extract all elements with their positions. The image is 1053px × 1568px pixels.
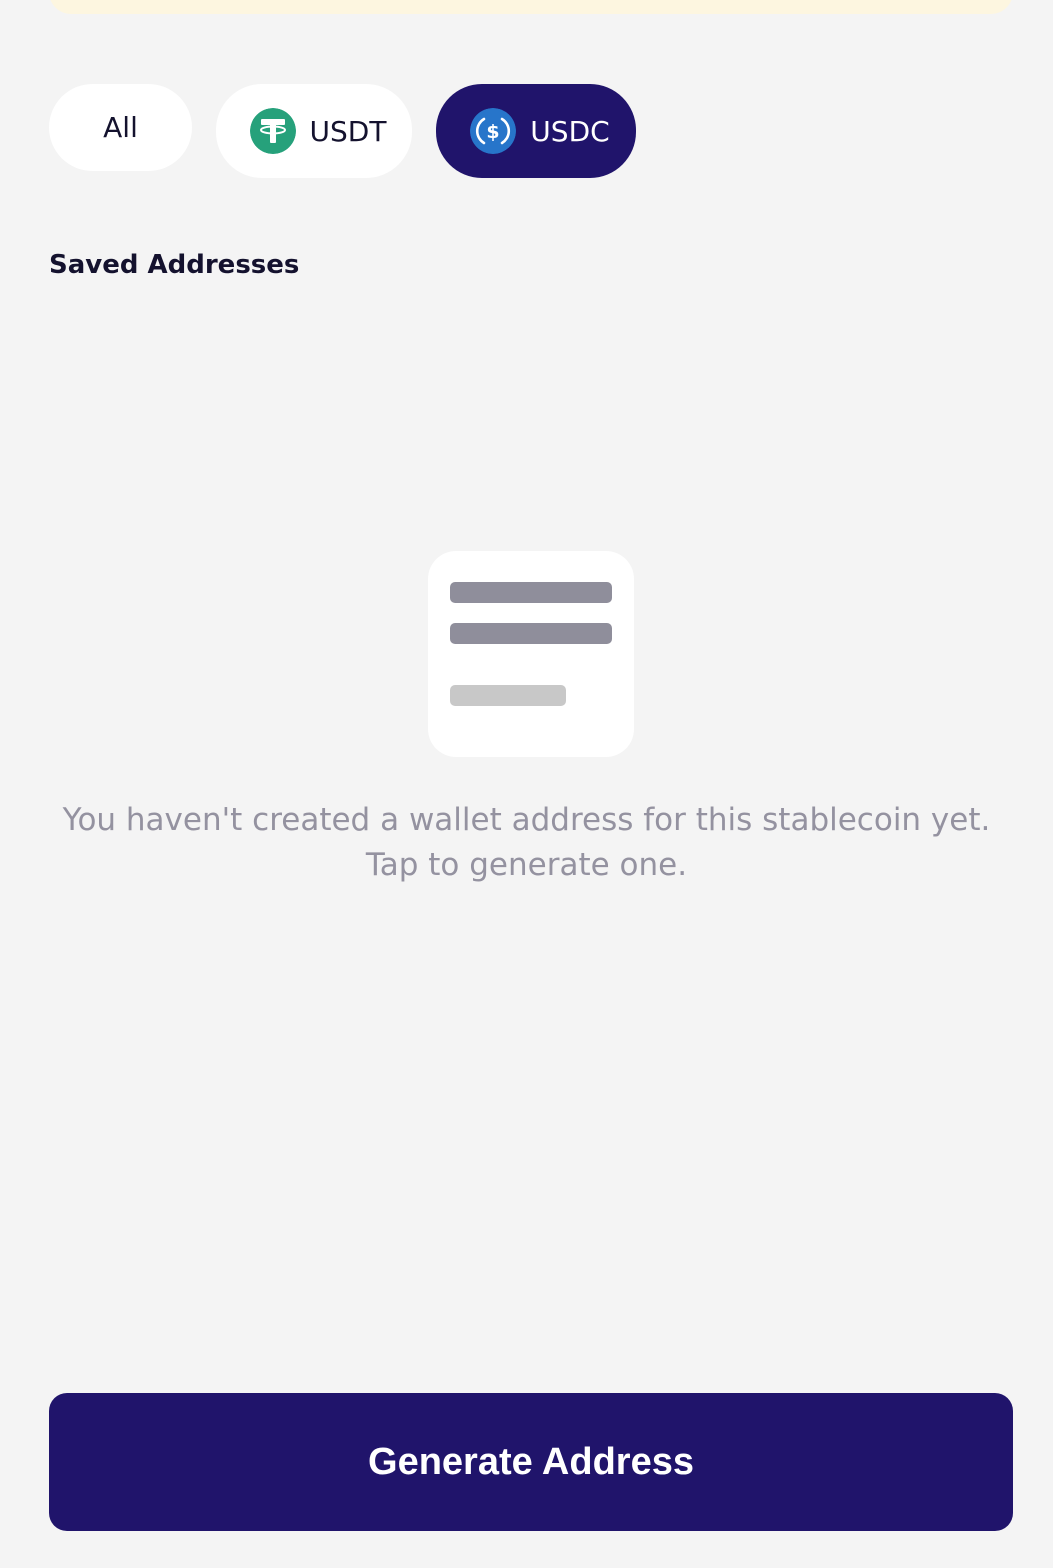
- usd-coin-icon: $: [470, 108, 517, 154]
- top-banner: [49, 0, 1013, 14]
- generate-address-label: Generate Address: [368, 1440, 694, 1483]
- placeholder-line: [450, 623, 612, 644]
- placeholder-line: [450, 685, 566, 706]
- empty-state-line-1: You haven't created a wallet address for…: [62, 802, 991, 838]
- filter-chip-usdc-label: USDC: [530, 114, 610, 148]
- svg-text:$: $: [487, 121, 500, 143]
- filter-chip-all[interactable]: All: [49, 84, 192, 171]
- filter-chip-usdc[interactable]: $ USDC: [436, 84, 636, 178]
- saved-addresses-title: Saved Addresses: [49, 250, 300, 280]
- filter-chip-usdt-label: USDT: [309, 114, 387, 148]
- empty-state-message: You haven't created a wallet address for…: [40, 798, 1013, 888]
- tether-icon: [249, 108, 296, 154]
- generate-address-button[interactable]: Generate Address: [49, 1393, 1013, 1531]
- document-placeholder-icon: [428, 551, 634, 757]
- filter-chip-all-label: All: [103, 111, 138, 144]
- filter-chip-usdt[interactable]: USDT: [216, 84, 412, 178]
- placeholder-line: [450, 582, 612, 603]
- empty-state-line-2: Tap to generate one.: [365, 847, 688, 883]
